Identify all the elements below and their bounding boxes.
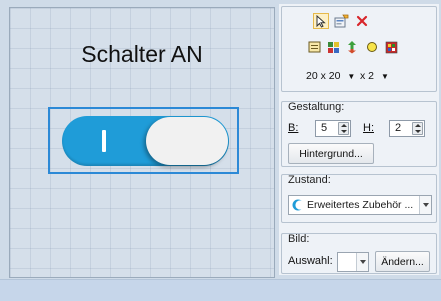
status-strip xyxy=(0,279,441,301)
toggle-on-mark-icon xyxy=(102,130,106,152)
state-select-value: Erweitertes Zubehör ... xyxy=(307,199,414,211)
state-group: Zustand: Erweitertes Zubehör ... xyxy=(281,174,437,223)
delete-icon[interactable] xyxy=(354,13,370,29)
width-value: 5 xyxy=(321,122,328,134)
height-label: H: xyxy=(363,122,374,134)
image-choice-select[interactable] xyxy=(337,252,369,272)
moon-icon xyxy=(292,199,304,211)
width-stepper[interactable]: 5 xyxy=(315,120,351,137)
grid-size-dropdown[interactable]: 20 x 20 ▼ xyxy=(306,70,355,82)
change-image-button[interactable]: Ändern... xyxy=(375,251,430,272)
align-icon[interactable] xyxy=(306,39,322,55)
grid-icon[interactable] xyxy=(325,39,341,55)
toggle-knob[interactable] xyxy=(146,117,228,165)
layout-canvas[interactable]: Schalter AN xyxy=(9,7,275,278)
zoom-dropdown[interactable]: x 2 ▼ xyxy=(360,70,389,82)
chevron-down-icon: ▼ xyxy=(380,72,389,81)
zoom-value: x 2 xyxy=(360,70,375,82)
spin-arrows-icon[interactable] xyxy=(412,122,423,135)
edit-properties-icon[interactable] xyxy=(333,13,349,29)
design-group-label: Gestaltung: xyxy=(288,101,345,113)
canvas-title[interactable]: Schalter AN xyxy=(10,41,274,68)
state-select[interactable]: Erweitertes Zubehör ... xyxy=(288,195,432,215)
chevron-down-icon[interactable] xyxy=(419,196,431,214)
chevron-down-icon[interactable] xyxy=(356,253,368,271)
grid-size-value: 20 x 20 xyxy=(306,70,341,82)
toggle-switch[interactable] xyxy=(62,116,229,166)
design-group: Gestaltung: B: 5 H: 2 Hintergrund... xyxy=(281,101,437,167)
properties-panel: 20 x 20 ▼ x 2 ▼ Gestaltung: B: 5 H: 2 Hi… xyxy=(279,4,439,275)
image-choice-label: Auswahl: xyxy=(288,255,333,267)
tool-group: 20 x 20 ▼ x 2 ▼ xyxy=(281,6,437,92)
height-stepper[interactable]: 2 xyxy=(389,120,425,137)
color-palette-icon[interactable] xyxy=(383,39,399,55)
toggle-selection-frame[interactable] xyxy=(48,107,239,174)
width-label: B: xyxy=(288,122,299,134)
circle-icon[interactable] xyxy=(364,39,380,55)
height-value: 2 xyxy=(395,122,402,134)
image-group: Bild: Auswahl: Ändern... xyxy=(281,233,437,274)
image-group-label: Bild: xyxy=(288,233,310,245)
select-pointer-icon[interactable] xyxy=(313,13,329,29)
chevron-down-icon: ▼ xyxy=(347,72,356,81)
background-button[interactable]: Hintergrund... xyxy=(288,143,374,164)
spin-arrows-icon[interactable] xyxy=(338,122,349,135)
state-group-label: Zustand: xyxy=(288,174,331,186)
order-icon[interactable] xyxy=(344,39,360,55)
